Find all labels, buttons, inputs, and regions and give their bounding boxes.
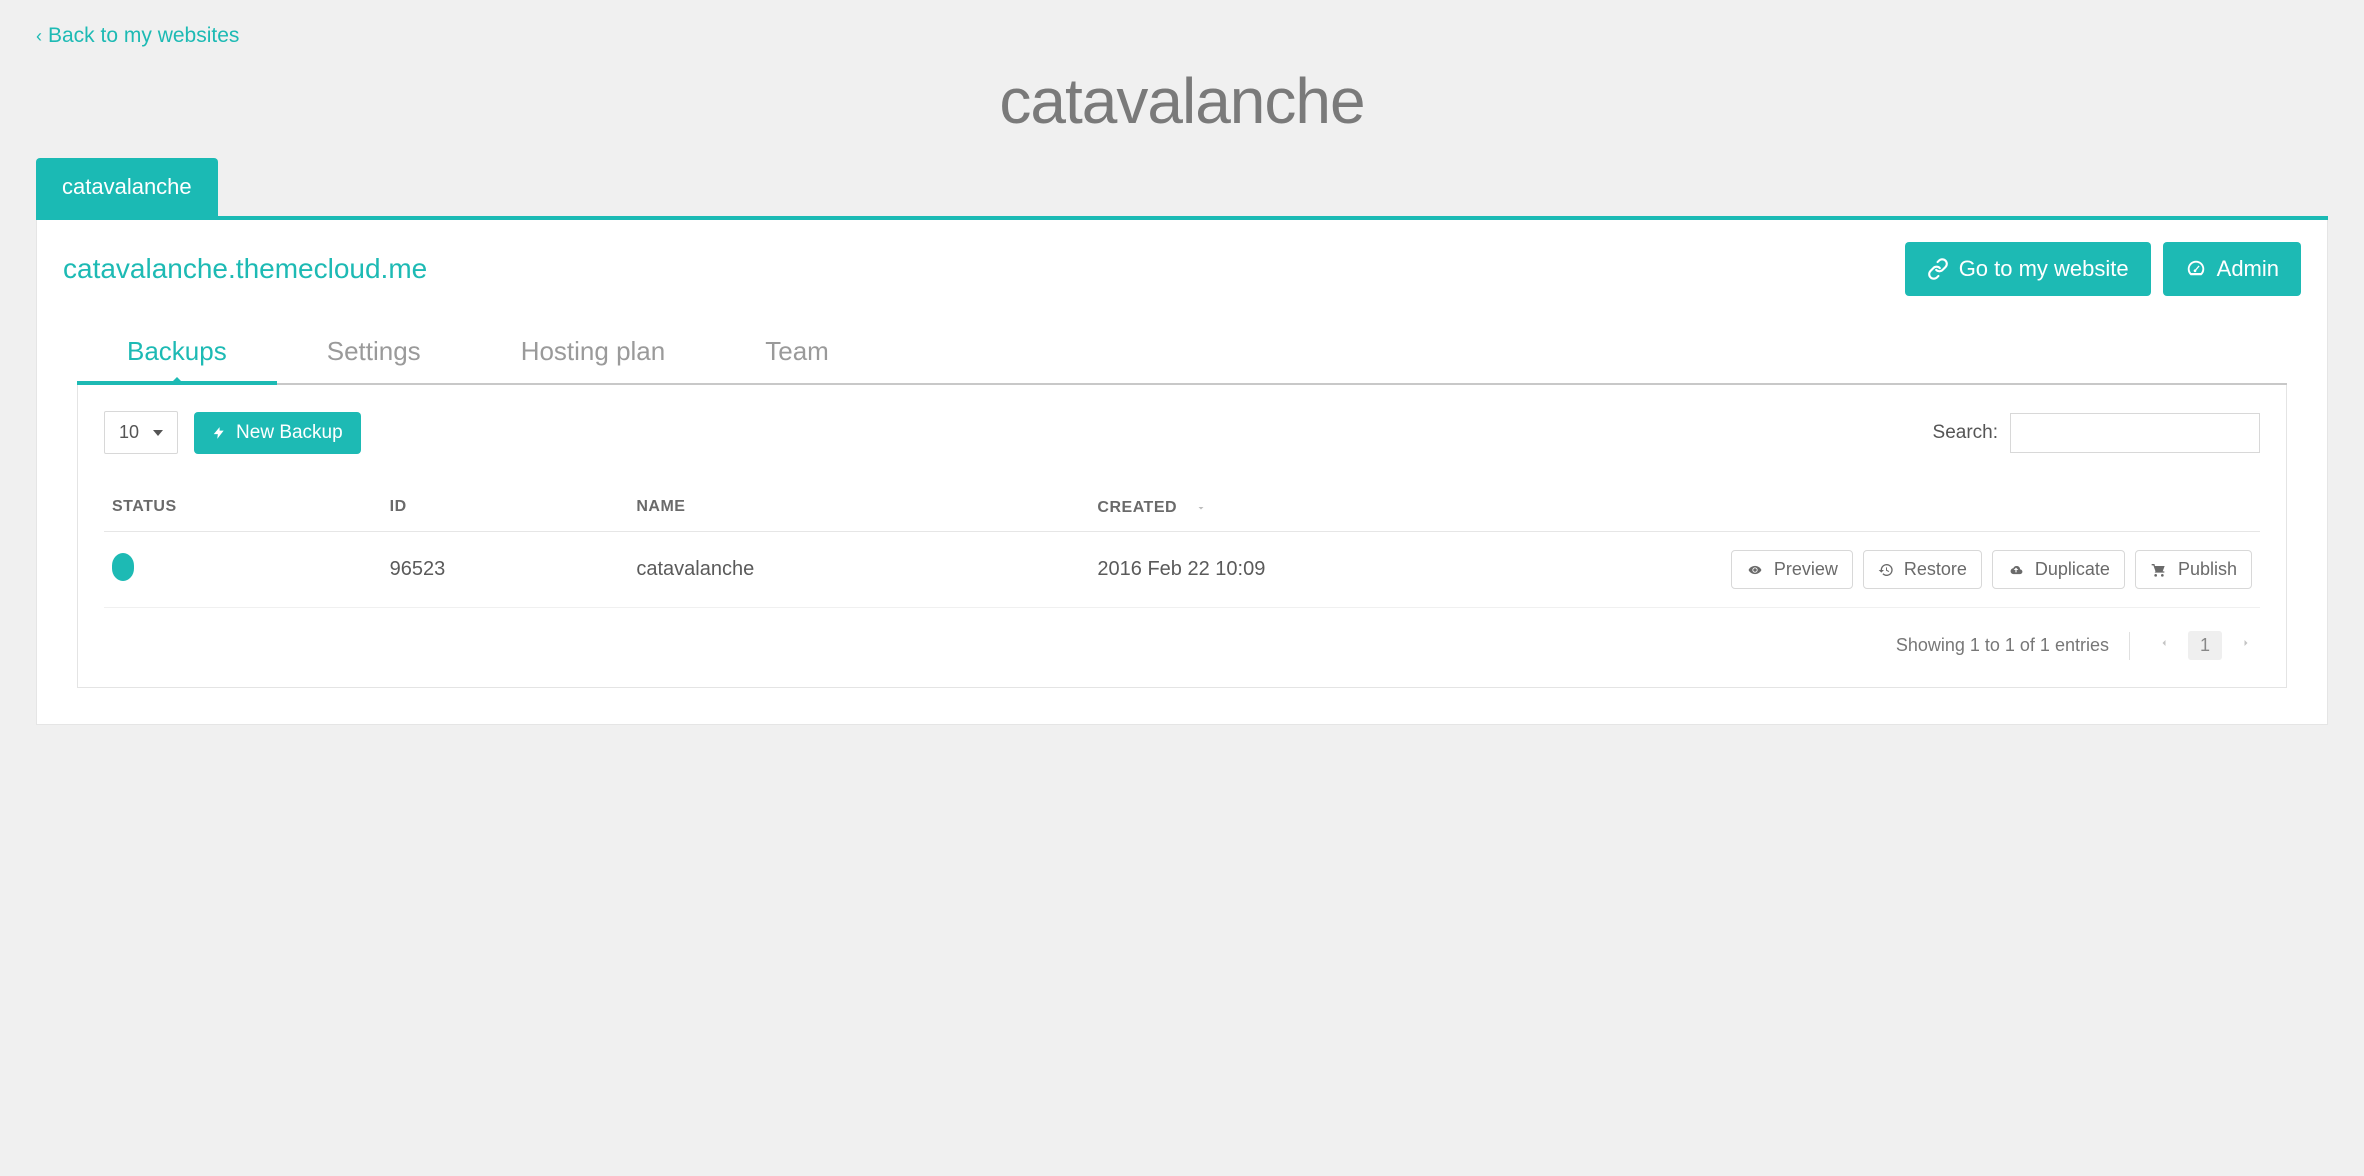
toolbar-right: Search: xyxy=(1933,413,2260,453)
backups-table: STATUS ID NAME CREATED xyxy=(104,482,2260,608)
admin-label: Admin xyxy=(2217,256,2279,282)
site-tab-catavalanche[interactable]: catavalanche xyxy=(36,158,218,216)
dashboard-icon xyxy=(2185,258,2207,280)
admin-button[interactable]: Admin xyxy=(2163,242,2301,296)
eye-icon xyxy=(1746,563,1764,577)
col-status[interactable]: STATUS xyxy=(104,482,382,532)
chevron-left-icon xyxy=(2158,635,2170,651)
tab-backups[interactable]: Backups xyxy=(77,326,277,383)
duplicate-label: Duplicate xyxy=(2035,559,2110,580)
back-link-label: Back to my websites xyxy=(48,24,239,48)
tab-label: Settings xyxy=(327,336,421,366)
pager: 1 xyxy=(2150,630,2260,661)
preview-label: Preview xyxy=(1774,559,1838,580)
go-to-website-button[interactable]: Go to my website xyxy=(1905,242,2151,296)
showing-text: Showing 1 to 1 of 1 entries xyxy=(1896,635,2109,656)
table-row: 96523 catavalanche 2016 Feb 22 10:09 Pre… xyxy=(104,532,2260,608)
page-size-value: 10 xyxy=(119,422,139,443)
cloud-upload-icon xyxy=(2007,563,2025,577)
showing-suffix: of 1 entries xyxy=(2015,635,2109,655)
link-icon xyxy=(1927,258,1949,280)
chevron-left-icon: ‹ xyxy=(36,26,42,47)
site-tab-bar: catavalanche xyxy=(36,158,2328,220)
tab-label: Backups xyxy=(127,336,227,366)
pager-prev-button[interactable] xyxy=(2150,630,2178,661)
cell-name: catavalanche xyxy=(628,532,1089,608)
panel-header: catavalanche.themecloud.me Go to my webs… xyxy=(63,242,2301,296)
pager-current-page[interactable]: 1 xyxy=(2188,631,2222,660)
search-input[interactable] xyxy=(2010,413,2260,453)
new-backup-button[interactable]: New Backup xyxy=(194,412,361,454)
chevron-right-icon xyxy=(2240,635,2252,651)
back-to-websites-link[interactable]: ‹ Back to my websites xyxy=(36,24,239,48)
col-created[interactable]: CREATED xyxy=(1089,482,1722,532)
tab-hosting-plan[interactable]: Hosting plan xyxy=(471,326,716,383)
publish-button[interactable]: Publish xyxy=(2135,550,2252,589)
cart-icon xyxy=(2150,562,2168,578)
duplicate-button[interactable]: Duplicate xyxy=(1992,550,2125,589)
sub-tabs: Backups Settings Hosting plan Team xyxy=(77,326,2287,385)
search-label: Search: xyxy=(1933,422,1998,444)
table-container: 10 New Backup Search: xyxy=(77,385,2287,688)
new-backup-label: New Backup xyxy=(236,422,343,444)
caret-down-icon xyxy=(153,430,163,436)
restore-icon xyxy=(1878,562,1894,578)
tab-label: Hosting plan xyxy=(521,336,666,366)
site-tab-label: catavalanche xyxy=(62,174,192,199)
table-footer: Showing 1 to 1 of 1 entries 1 xyxy=(104,630,2260,661)
go-to-website-label: Go to my website xyxy=(1959,256,2129,282)
cell-id: 96523 xyxy=(382,532,629,608)
col-name[interactable]: NAME xyxy=(628,482,1089,532)
lightning-icon xyxy=(212,424,226,442)
col-created-label: CREATED xyxy=(1097,499,1177,516)
col-id[interactable]: ID xyxy=(382,482,629,532)
showing-prefix: Showing xyxy=(1896,635,1970,655)
publish-label: Publish xyxy=(2178,559,2237,580)
toolbar-left: 10 New Backup xyxy=(104,411,361,454)
col-actions xyxy=(1723,482,2260,532)
preview-button[interactable]: Preview xyxy=(1731,550,1853,589)
tab-team[interactable]: Team xyxy=(715,326,879,383)
divider xyxy=(2129,632,2130,660)
table-toolbar: 10 New Backup Search: xyxy=(104,411,2260,454)
tab-settings[interactable]: Settings xyxy=(277,326,471,383)
tab-label: Team xyxy=(765,336,829,366)
status-indicator xyxy=(112,553,134,581)
cell-created: 2016 Feb 22 10:09 xyxy=(1089,532,1722,608)
restore-label: Restore xyxy=(1904,559,1967,580)
panel-header-actions: Go to my website Admin xyxy=(1905,242,2301,296)
page-size-select[interactable]: 10 xyxy=(104,411,178,454)
pager-next-button[interactable] xyxy=(2232,630,2260,661)
chevron-down-icon xyxy=(1192,498,1210,519)
page-title: catavalanche xyxy=(36,64,2328,138)
site-url-link[interactable]: catavalanche.themecloud.me xyxy=(63,253,427,285)
showing-range: 1 to 1 xyxy=(1970,635,2015,655)
restore-button[interactable]: Restore xyxy=(1863,550,1982,589)
row-actions: Preview Restore xyxy=(1731,550,2252,589)
main-panel: catavalanche.themecloud.me Go to my webs… xyxy=(36,220,2328,725)
